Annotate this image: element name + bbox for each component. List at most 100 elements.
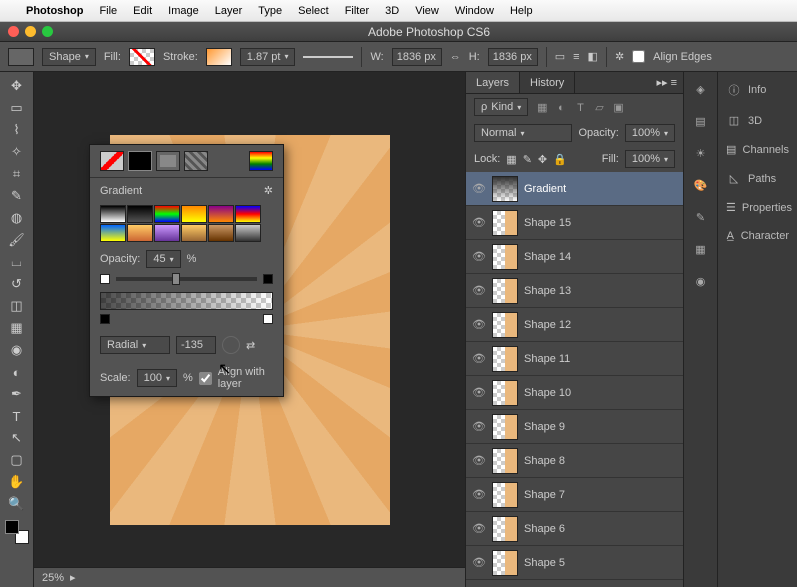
layer-row[interactable]: 👁 Shape 7 — [466, 478, 683, 512]
layer-thumbnail[interactable] — [492, 312, 518, 338]
side-3d[interactable]: ◫3D — [722, 112, 793, 129]
zoom-tool-icon[interactable]: 🔍 — [5, 494, 29, 514]
tab-layers[interactable]: Layers — [466, 72, 520, 93]
layer-thumbnail[interactable] — [492, 346, 518, 372]
visibility-icon[interactable]: 👁 — [472, 182, 486, 195]
layer-name[interactable]: Shape 5 — [524, 557, 565, 569]
stroke-width-field[interactable]: 1.87 pt▾ — [240, 48, 296, 66]
preset-swatch[interactable] — [235, 224, 261, 242]
preset-swatch[interactable] — [154, 224, 180, 242]
preset-swatch[interactable] — [127, 205, 153, 223]
lock-all-icon[interactable]: 🔒 — [553, 153, 567, 166]
layer-name[interactable]: Gradient — [524, 183, 566, 195]
color-stop-right[interactable] — [263, 314, 273, 324]
path-arrange-icon[interactable]: ◧ — [588, 50, 598, 63]
layer-thumbnail[interactable] — [492, 516, 518, 542]
fill-none-icon[interactable] — [100, 151, 124, 171]
visibility-icon[interactable]: 👁 — [472, 318, 486, 331]
slider-thumb[interactable] — [172, 273, 180, 285]
layer-opacity-field[interactable]: 100%▾ — [625, 124, 675, 142]
visibility-icon[interactable]: 👁 — [472, 488, 486, 501]
dock-styles-icon[interactable]: 🎨 — [691, 176, 711, 194]
path-align-icon[interactable]: ≡ — [573, 51, 579, 63]
layer-row[interactable]: 👁 Shape 13 — [466, 274, 683, 308]
gear-icon[interactable]: ✲ — [615, 50, 624, 63]
layer-name[interactable]: Shape 7 — [524, 489, 565, 501]
dock-brushes-icon[interactable]: ✎ — [691, 208, 711, 226]
fill-pattern-icon[interactable] — [184, 151, 208, 171]
color-picker-icon[interactable] — [249, 151, 273, 171]
layer-row[interactable]: 👁 Shape 12 — [466, 308, 683, 342]
visibility-icon[interactable]: 👁 — [472, 386, 486, 399]
visibility-icon[interactable]: 👁 — [472, 284, 486, 297]
menu-3d[interactable]: 3D — [385, 5, 399, 17]
layer-fill-field[interactable]: 100%▾ — [625, 150, 675, 168]
filter-kind-combo[interactable]: ρKind▾ — [474, 98, 528, 116]
layer-name[interactable]: Shape 10 — [524, 387, 571, 399]
layer-row[interactable]: 👁 Shape 6 — [466, 512, 683, 546]
preset-swatch[interactable] — [235, 205, 261, 223]
opacity-stop-right[interactable] — [263, 274, 273, 284]
align-layer-checkbox[interactable] — [199, 372, 212, 385]
menu-layer[interactable]: Layer — [215, 5, 243, 17]
layer-thumbnail[interactable] — [492, 278, 518, 304]
type-tool-icon[interactable]: T — [5, 406, 29, 426]
link-wh-icon[interactable]: ⇔ — [450, 51, 461, 63]
visibility-icon[interactable]: 👁 — [472, 522, 486, 535]
layer-row[interactable]: 👁 Shape 15 — [466, 206, 683, 240]
fill-swatch[interactable] — [129, 48, 155, 66]
preset-swatch[interactable] — [100, 224, 126, 242]
preset-swatch[interactable] — [208, 205, 234, 223]
dock-clone-icon[interactable]: ▦ — [691, 240, 711, 258]
width-field[interactable] — [392, 48, 442, 66]
layer-row[interactable]: 👁 Shape 11 — [466, 342, 683, 376]
side-properties[interactable]: ☰Properties — [722, 199, 793, 216]
stroke-swatch[interactable] — [206, 48, 232, 66]
layer-name[interactable]: Shape 9 — [524, 421, 565, 433]
menu-window[interactable]: Window — [455, 5, 494, 17]
visibility-icon[interactable]: 👁 — [472, 454, 486, 467]
layer-row[interactable]: 👁 Shape 9 — [466, 410, 683, 444]
lock-pos-icon[interactable]: ✥ — [538, 153, 547, 166]
menu-view[interactable]: View — [415, 5, 439, 17]
opacity-stop-left[interactable] — [100, 274, 110, 284]
layer-name[interactable]: Shape 8 — [524, 455, 565, 467]
layer-name[interactable]: Shape 14 — [524, 251, 571, 263]
height-field[interactable] — [488, 48, 538, 66]
stroke-style-icon[interactable] — [303, 56, 353, 58]
layer-row[interactable]: 👁 Shape 8 — [466, 444, 683, 478]
preset-swatch[interactable] — [208, 224, 234, 242]
side-channels[interactable]: ▤Channels — [722, 141, 793, 158]
visibility-icon[interactable]: 👁 — [472, 556, 486, 569]
fill-gradient-icon[interactable] — [156, 151, 180, 171]
panel-menu-icon[interactable]: ▸▸ ≡ — [650, 76, 683, 89]
visibility-icon[interactable]: 👁 — [472, 250, 486, 263]
side-character[interactable]: A̲Character — [722, 228, 793, 244]
opacity-field[interactable]: 45▾ — [146, 250, 180, 268]
visibility-icon[interactable]: 👁 — [472, 420, 486, 433]
menu-filter[interactable]: Filter — [345, 5, 369, 17]
preset-swatch[interactable] — [181, 224, 207, 242]
fill-solid-icon[interactable] — [128, 151, 152, 171]
hand-tool-icon[interactable]: ✋ — [5, 472, 29, 492]
blend-mode-combo[interactable]: Normal▾ — [474, 124, 572, 142]
menu-help[interactable]: Help — [510, 5, 533, 17]
lasso-tool-icon[interactable]: ⌇ — [5, 120, 29, 140]
layer-thumbnail[interactable] — [492, 448, 518, 474]
dock-adjustments-icon[interactable]: ☀ — [691, 144, 711, 162]
layer-row[interactable]: 👁 Shape 10 — [466, 376, 683, 410]
dock-swatches-icon[interactable]: ◈ — [691, 80, 711, 98]
preset-swatch[interactable] — [127, 224, 153, 242]
dodge-tool-icon[interactable]: ◐ — [5, 362, 29, 382]
crop-tool-icon[interactable]: ⌗ — [5, 164, 29, 184]
zoom-button[interactable] — [42, 26, 53, 37]
filter-type-icon[interactable]: T — [572, 102, 588, 114]
filter-shape-icon[interactable]: ▱ — [592, 101, 608, 114]
menu-image[interactable]: Image — [168, 5, 199, 17]
close-button[interactable] — [8, 26, 19, 37]
side-paths[interactable]: ◺Paths — [722, 170, 793, 187]
dock-color-icon[interactable]: ▤ — [691, 112, 711, 130]
history-brush-tool-icon[interactable]: ↺ — [5, 274, 29, 294]
layer-row[interactable]: 👁 Shape 14 — [466, 240, 683, 274]
scale-field[interactable]: 100▾ — [137, 369, 177, 387]
